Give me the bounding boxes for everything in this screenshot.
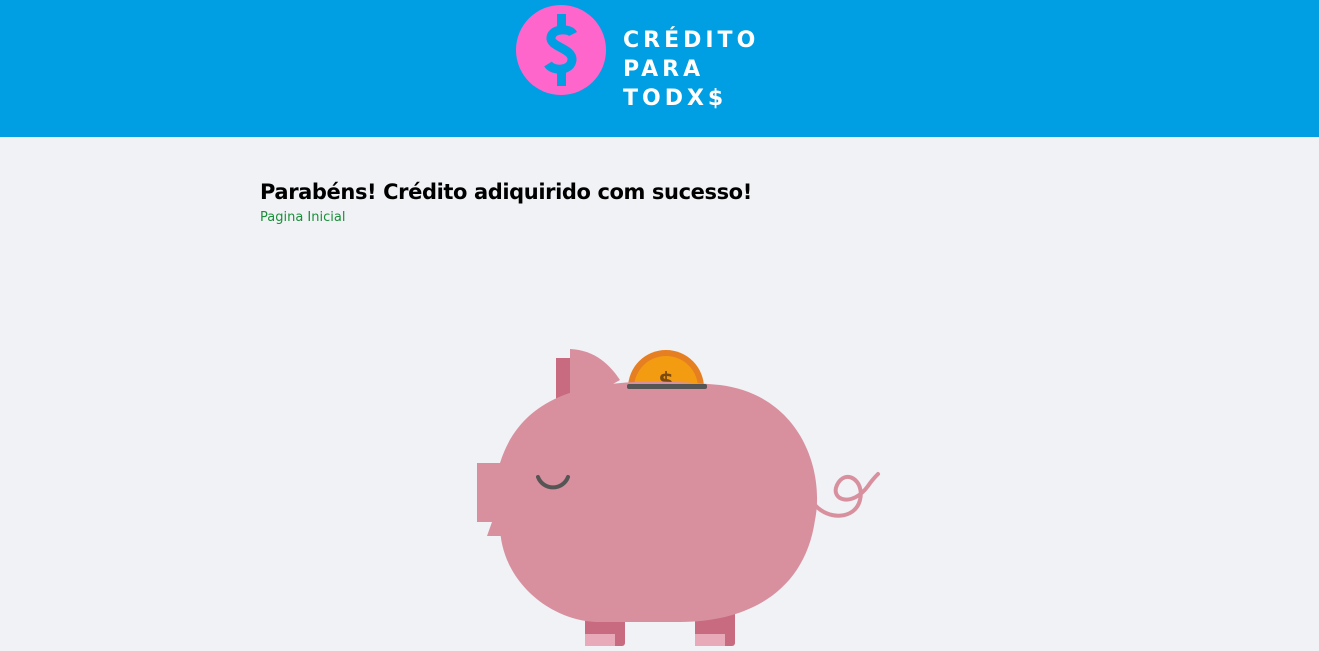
logo-text: CRÉDITO PARA TODX$: [623, 26, 805, 113]
pig-body: [500, 381, 818, 622]
home-link[interactable]: Pagina Inicial: [260, 210, 345, 225]
logo-line-1: CRÉDITO: [623, 28, 760, 53]
site-logo[interactable]: CRÉDITO PARA TODX$: [515, 4, 805, 111]
site-header: CRÉDITO PARA TODX$: [0, 0, 1319, 137]
tail: [813, 472, 880, 518]
dollar-coin-icon: [516, 5, 606, 95]
main-content: Parabéns! Crédito adiquirido com sucesso…: [260, 180, 1060, 225]
logo-line-2: PARA TODX$: [623, 57, 728, 111]
piggy-bank-icon: $: [477, 349, 880, 646]
snout: [477, 463, 520, 536]
coin-slot: [627, 384, 707, 389]
page-title: Parabéns! Crédito adiquirido com sucesso…: [260, 180, 752, 204]
